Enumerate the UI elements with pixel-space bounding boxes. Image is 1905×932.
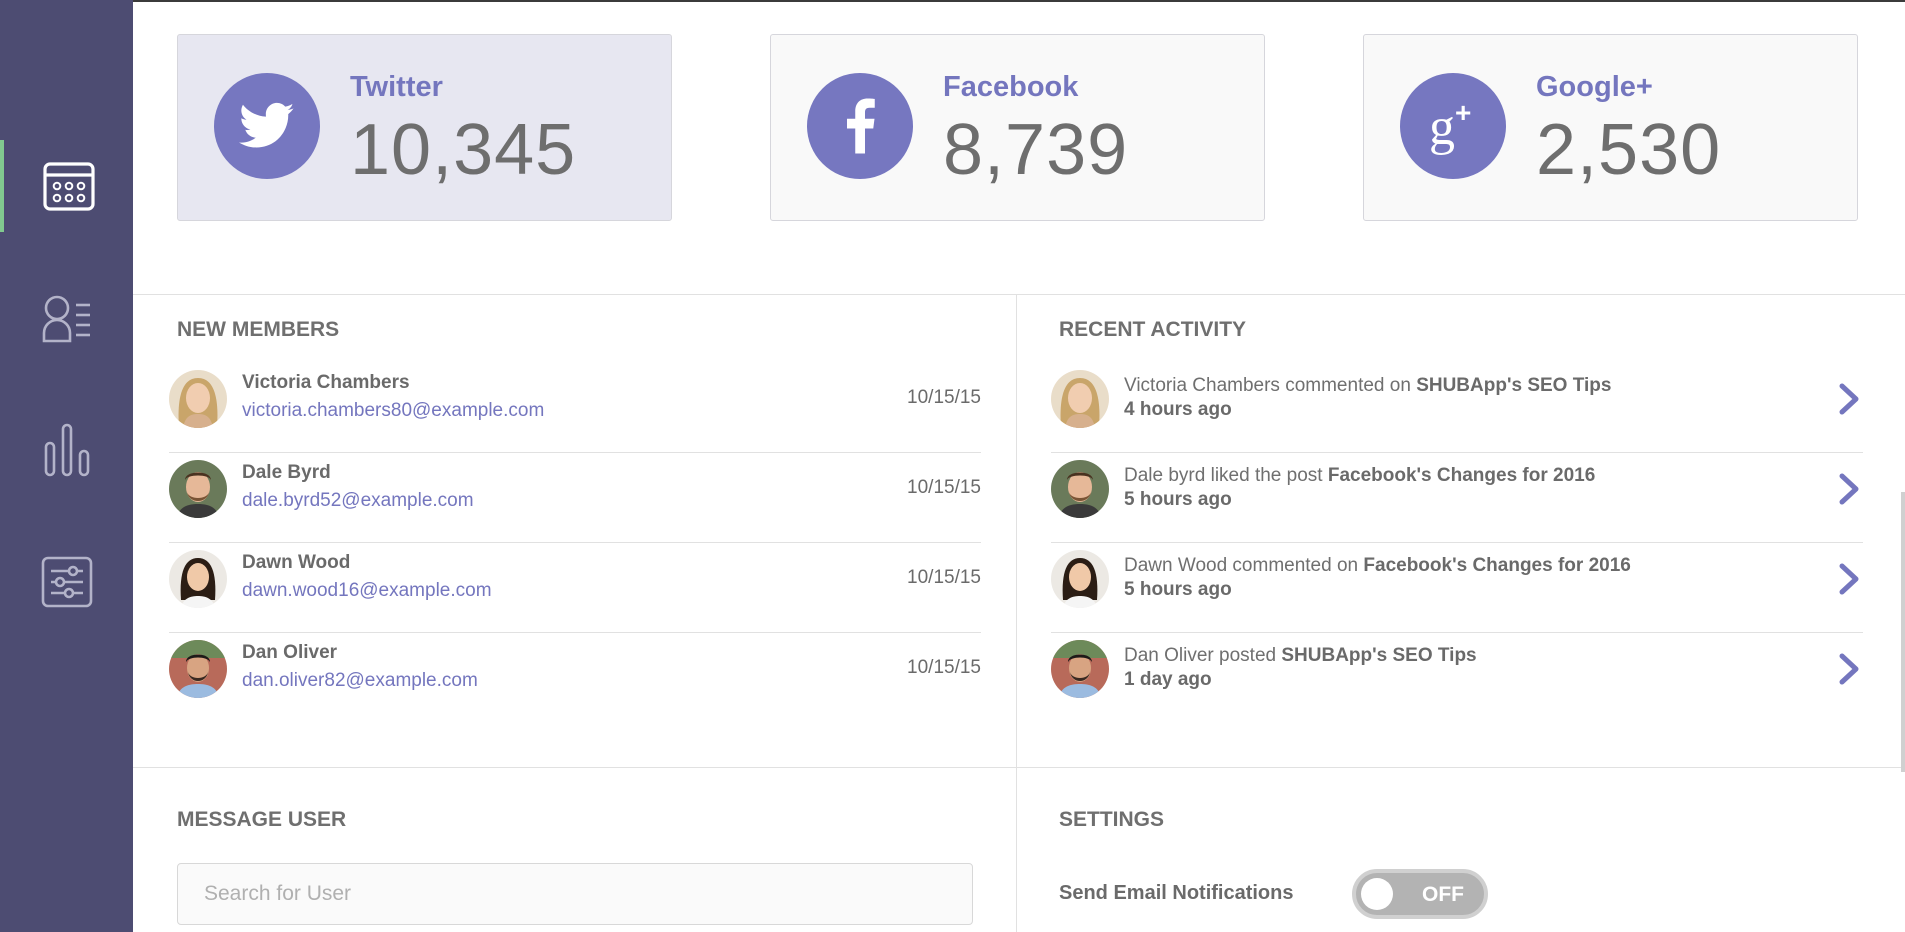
facebook-label: Facebook	[943, 71, 1079, 103]
avatar	[1051, 370, 1109, 428]
chevron-right-icon[interactable]	[1837, 562, 1863, 596]
member-name: Dawn Wood	[242, 552, 351, 573]
member-row[interactable]: Dale Byrd dale.byrd52@example.com 10/15/…	[169, 460, 981, 550]
member-email[interactable]: dale.byrd52@example.com	[242, 490, 474, 512]
sidebar	[0, 0, 133, 932]
avatar	[169, 370, 227, 428]
member-email[interactable]: victoria.chambers80@example.com	[242, 400, 544, 422]
row-divider	[1051, 632, 1863, 633]
google-plus-label: Google+	[1536, 71, 1653, 103]
row-divider	[169, 542, 981, 543]
member-row[interactable]: Victoria Chambers victoria.chambers80@ex…	[169, 370, 981, 460]
activity-row[interactable]: Dan Oliver posted SHUBApp's SEO Tips 1 d…	[1051, 640, 1863, 730]
new-members-title: NEW MEMBERS	[177, 318, 340, 341]
facebook-count: 8,739	[943, 110, 1129, 190]
avatar	[1051, 640, 1109, 698]
twitter-count: 10,345	[350, 110, 577, 190]
member-name: Dan Oliver	[242, 642, 338, 663]
search-user-input[interactable]	[177, 863, 973, 925]
member-row[interactable]: Dan Oliver dan.oliver82@example.com 10/1…	[169, 640, 981, 730]
member-row[interactable]: Dawn Wood dawn.wood16@example.com 10/15/…	[169, 550, 981, 640]
row-divider	[1051, 452, 1863, 453]
chevron-right-icon[interactable]	[1837, 652, 1863, 686]
activity-time: 5 hours ago	[1124, 489, 1232, 510]
sidebar-item-analytics[interactable]	[0, 404, 133, 496]
sidebar-item-settings[interactable]	[0, 536, 133, 628]
activity-text: Dale byrd liked the post Facebook's Chan…	[1124, 465, 1596, 486]
divider	[133, 767, 1905, 768]
member-name: Victoria Chambers	[242, 372, 410, 393]
activity-row[interactable]: Victoria Chambers commented on SHUBApp's…	[1051, 370, 1863, 460]
google-plus-count: 2,530	[1536, 110, 1722, 190]
scrollbar[interactable]	[1901, 492, 1905, 772]
activity-time: 4 hours ago	[1124, 399, 1232, 420]
activity-time: 1 day ago	[1124, 669, 1212, 690]
email-notifications-label: Send Email Notifications	[1059, 882, 1294, 904]
calendar-icon	[42, 162, 95, 211]
activity-reference[interactable]: Facebook's Changes for 2016	[1363, 555, 1630, 576]
chevron-right-icon[interactable]	[1837, 382, 1863, 416]
column-divider	[1016, 294, 1017, 932]
svg-text:+: +	[1455, 97, 1471, 128]
row-divider	[169, 632, 981, 633]
facebook-icon	[807, 73, 913, 179]
toggle-knob	[1361, 878, 1393, 910]
twitter-card[interactable]: Twitter 10,345	[177, 34, 672, 221]
member-email[interactable]: dan.oliver82@example.com	[242, 670, 478, 692]
facebook-card[interactable]: Facebook 8,739	[770, 34, 1265, 221]
settings-title: SETTINGS	[1059, 808, 1165, 831]
main-content: Twitter 10,345 Facebook 8,739 g + Google…	[133, 2, 1905, 932]
toggle-state: OFF	[1422, 883, 1464, 906]
activity-row[interactable]: Dawn Wood commented on Facebook's Change…	[1051, 550, 1863, 640]
activity-text: Dan Oliver posted SHUBApp's SEO Tips	[1124, 645, 1477, 666]
bar-chart-icon	[44, 423, 89, 477]
activity-reference[interactable]: SHUBApp's SEO Tips	[1416, 375, 1611, 396]
member-name: Dale Byrd	[242, 462, 331, 483]
sidebar-item-members[interactable]	[0, 272, 133, 364]
chevron-right-icon[interactable]	[1837, 472, 1863, 506]
avatar	[169, 550, 227, 608]
activity-text: Dawn Wood commented on Facebook's Change…	[1124, 555, 1631, 576]
avatar	[169, 460, 227, 518]
sliders-icon	[41, 556, 92, 608]
divider	[133, 294, 1905, 295]
activity-reference[interactable]: Facebook's Changes for 2016	[1328, 465, 1595, 486]
twitter-icon	[214, 73, 320, 179]
google-plus-card[interactable]: g + Google+ 2,530	[1363, 34, 1858, 221]
twitter-label: Twitter	[350, 71, 443, 103]
email-notifications-toggle[interactable]: OFF	[1352, 869, 1488, 919]
member-date: 10/15/15	[907, 477, 981, 498]
activity-reference[interactable]: SHUBApp's SEO Tips	[1281, 645, 1476, 666]
svg-text:g: g	[1429, 99, 1455, 156]
avatar	[1051, 550, 1109, 608]
avatar	[1051, 460, 1109, 518]
activity-time: 5 hours ago	[1124, 579, 1232, 600]
row-divider	[1051, 542, 1863, 543]
activity-row[interactable]: Dale byrd liked the post Facebook's Chan…	[1051, 460, 1863, 550]
member-date: 10/15/15	[907, 387, 981, 408]
sidebar-item-dashboard[interactable]	[0, 140, 133, 232]
member-date: 10/15/15	[907, 567, 981, 588]
member-email[interactable]: dawn.wood16@example.com	[242, 580, 492, 602]
member-date: 10/15/15	[907, 657, 981, 678]
avatar	[169, 640, 227, 698]
recent-activity-title: RECENT ACTIVITY	[1059, 318, 1247, 341]
users-list-icon	[42, 295, 90, 343]
activity-text: Victoria Chambers commented on SHUBApp's…	[1124, 375, 1612, 396]
message-user-title: MESSAGE USER	[177, 808, 347, 831]
row-divider	[169, 452, 981, 453]
google-plus-icon: g +	[1400, 73, 1506, 179]
